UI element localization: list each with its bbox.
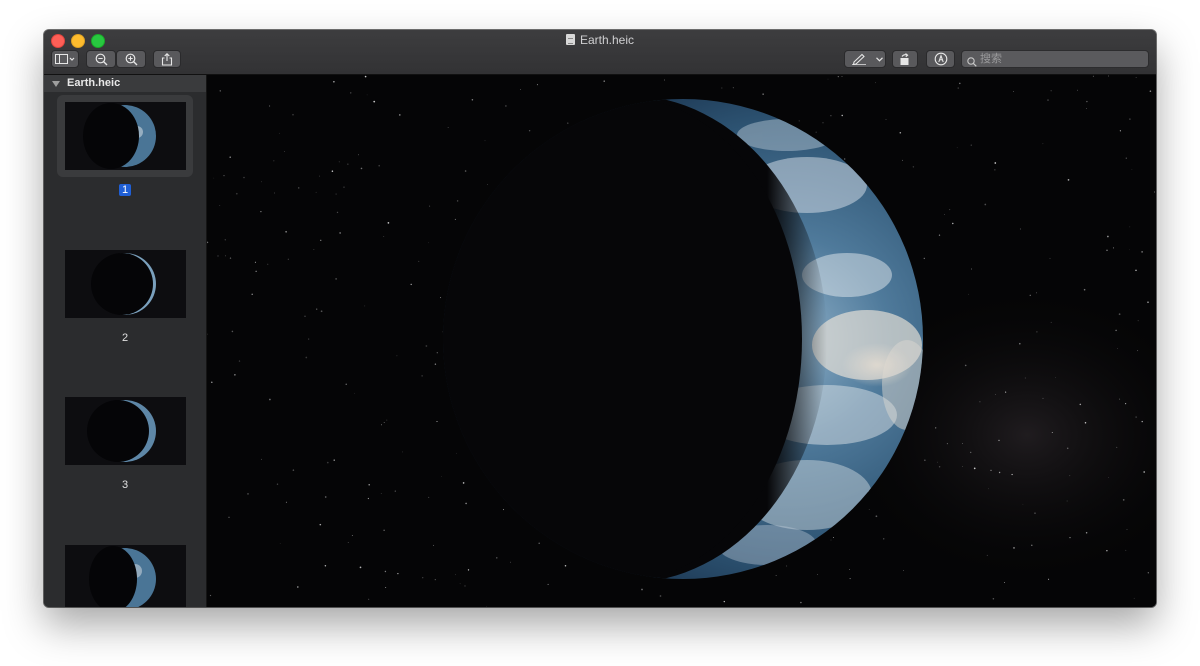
pen-icon [851, 53, 867, 65]
zoom-in-button[interactable] [116, 50, 146, 68]
rotate-icon [899, 52, 911, 66]
zoom-out-button[interactable] [86, 50, 116, 68]
sidebar-icon [55, 54, 75, 64]
page-number-label: 2 [121, 332, 129, 344]
rotate-button[interactable] [892, 50, 918, 68]
search-input[interactable] [980, 51, 1140, 67]
share-button[interactable] [153, 50, 181, 68]
markup-toolbar-button[interactable] [926, 50, 955, 68]
thumbnail-page-2[interactable]: 2 [57, 243, 193, 361]
share-icon [161, 52, 173, 66]
page-number-label: 1 [57, 184, 193, 196]
thumbnail-image [65, 397, 186, 465]
window-title-text: Earth.heic [579, 33, 635, 47]
thumbnail-page-1[interactable]: 1 [57, 95, 193, 213]
search-icon [967, 54, 977, 72]
thumbnail-image [65, 545, 186, 607]
thumbnail-page-4[interactable]: 4 [57, 538, 193, 607]
preview-window: Earth.heic 搜索 Earth.heic 1 2 3 [44, 30, 1156, 607]
chevron-down-icon [876, 56, 883, 62]
thumbnail-image [65, 250, 186, 318]
sidebar-document-header[interactable]: Earth.heic [44, 75, 206, 92]
window-title: Earth.heic [44, 32, 1156, 48]
thumbnail-sidebar: Earth.heic 1 2 3 [44, 75, 207, 607]
sidebar-document-name: Earth.heic [67, 77, 121, 89]
earth-image [207, 75, 1156, 607]
zoom-out-icon [95, 53, 108, 66]
titlebar: Earth.heic [44, 30, 1156, 75]
thumbnail-page-3[interactable]: 3 [57, 390, 193, 508]
markup-tools-button[interactable] [844, 50, 886, 68]
page-number-label: 3 [121, 479, 129, 491]
disclosure-triangle-icon[interactable] [52, 81, 60, 87]
document-icon [565, 34, 575, 45]
search-field[interactable] [961, 50, 1149, 68]
thumbnail-image [65, 102, 186, 170]
image-viewer[interactable] [207, 75, 1156, 607]
zoom-in-icon [125, 53, 138, 66]
sidebar-toggle-button[interactable] [51, 50, 79, 68]
markup-icon [934, 52, 948, 66]
